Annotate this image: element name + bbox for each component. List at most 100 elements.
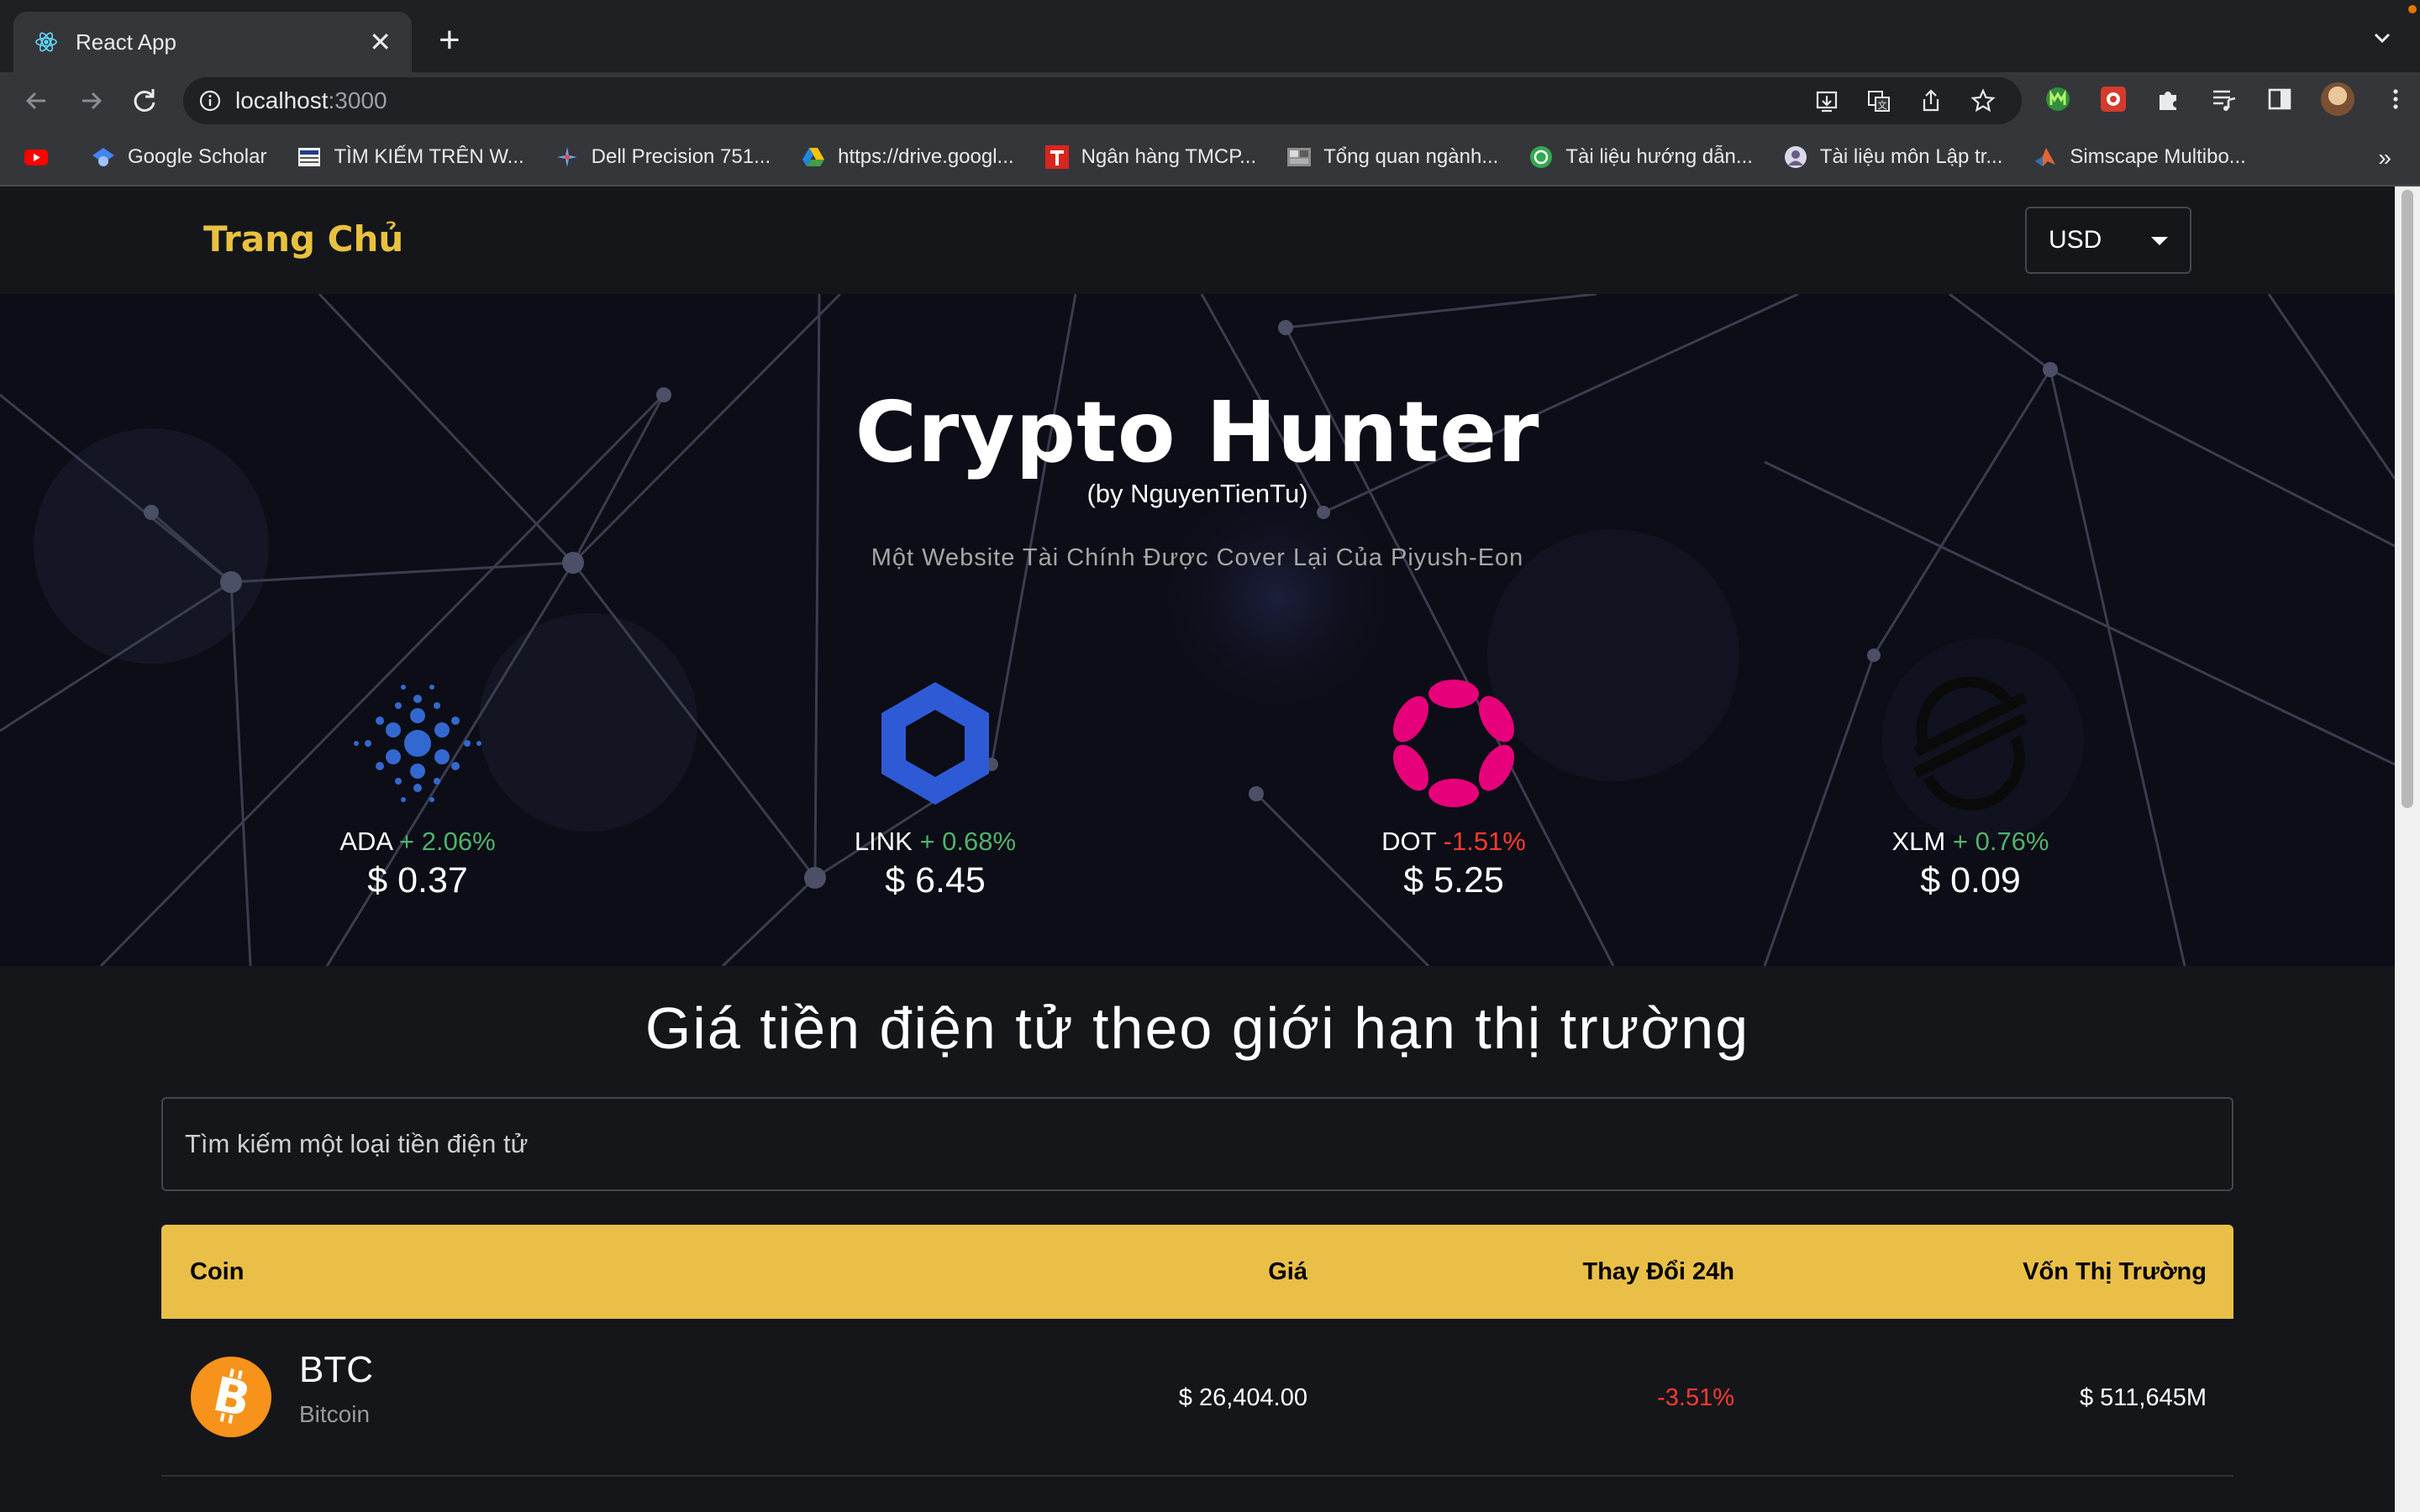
- tab-title: React App: [76, 29, 176, 55]
- bookmarks-bar: Google Scholar TÌM KIẾM TRÊN W... Dell P…: [0, 129, 2420, 186]
- share-icon[interactable]: [1918, 87, 1944, 114]
- coin-symbol: ADA: [339, 827, 392, 856]
- column-header-market-cap: Vốn Thị Trường: [2023, 1258, 2207, 1285]
- currency-select[interactable]: USD: [2025, 207, 2191, 274]
- bitcoin-icon: B: [191, 1357, 271, 1437]
- hero-title: Crypto Hunter: [855, 383, 1540, 481]
- bookmark-label: Simscape Multibo...: [2070, 145, 2246, 168]
- bookmark-industry[interactable]: Tổng quan ngành...: [1286, 144, 1498, 170]
- table-header: Coin Giá Thay Đổi 24h Vốn Thị Trường: [161, 1225, 2233, 1319]
- react-icon: [35, 32, 57, 52]
- caret-down-icon: [2151, 237, 2168, 245]
- image-icon: [1287, 148, 1312, 166]
- youtube-icon: [24, 150, 48, 165]
- coin-change: + 0.76%: [1952, 827, 2049, 856]
- new-tab-button[interactable]: +: [439, 22, 460, 59]
- coin-change: -3.51%: [1657, 1384, 1734, 1411]
- profile-avatar[interactable]: [2321, 82, 2354, 116]
- extension-red-icon[interactable]: [2099, 85, 2128, 113]
- bookmarks-overflow-button[interactable]: »: [2378, 144, 2391, 171]
- bookmark-label: Tài liệu môn Lập tr...: [1819, 145, 2003, 168]
- bookmark-dell[interactable]: Dell Precision 751...: [555, 144, 771, 170]
- coin-symbol: XLM: [1891, 827, 1946, 856]
- bookmark-drive[interactable]: https://drive.googl...: [801, 144, 1014, 170]
- coin-price: $ 6.45: [885, 860, 986, 900]
- page-scrollbar[interactable]: [2395, 186, 2420, 1512]
- matlab-icon: [2035, 148, 2056, 166]
- scholar-icon: [92, 148, 114, 166]
- extension-green-icon[interactable]: [2044, 85, 2072, 113]
- coin-name: Bitcoin: [299, 1401, 371, 1427]
- chevron-down-icon[interactable]: [2370, 25, 2395, 50]
- reload-icon[interactable]: [128, 84, 161, 118]
- forward-arrow-icon[interactable]: [74, 84, 108, 118]
- cardano-icon: [354, 685, 481, 802]
- coin-price: $ 26,404.00: [1178, 1384, 1307, 1411]
- bookmark-course[interactable]: Tài liệu môn Lập tr...: [1783, 144, 2002, 170]
- info-icon[interactable]: [198, 89, 222, 113]
- star-icon[interactable]: [1970, 87, 1996, 114]
- coin-market-cap: $ 511,645M: [2079, 1384, 2207, 1411]
- hero-author: (by NguyenTienTu): [1086, 479, 1308, 508]
- bookmark-search-web[interactable]: TÌM KIẾM TRÊN W...: [297, 144, 524, 170]
- scrollbar-thumb[interactable]: [2402, 190, 2413, 808]
- currency-value: USD: [2049, 226, 2102, 254]
- bookmark-label: TÌM KIẾM TRÊN W...: [334, 145, 524, 168]
- carousel-coin-change: XLM + 0.76%: [1802, 827, 2139, 857]
- carousel-coin-change: ADA + 2.06%: [250, 827, 586, 857]
- bookmark-label: Tài liệu hướng dẫn...: [1565, 145, 1753, 168]
- library-icon: [298, 148, 321, 166]
- bookmark-bank[interactable]: Ngân hàng TMCP...: [1044, 144, 1256, 170]
- coin-search-input[interactable]: Tìm kiếm một loại tiền điện tử: [161, 1097, 2233, 1191]
- close-icon[interactable]: ✕: [369, 29, 392, 55]
- translate-icon[interactable]: 文: [1865, 87, 1892, 114]
- bookmark-youtube[interactable]: [24, 144, 60, 170]
- browser-tab[interactable]: React App ✕: [13, 12, 412, 72]
- coin-symbol: DOT: [1381, 827, 1437, 856]
- carousel-item-dot[interactable]: DOT -1.51% $ 5.25: [1286, 672, 1622, 901]
- bookmark-docs[interactable]: Tài liệu hướng dẫn...: [1528, 144, 1753, 170]
- market-section-title: Giá tiền điện tử theo giới hạn thị trườn…: [644, 995, 1750, 1061]
- puzzle-icon[interactable]: [2154, 85, 2183, 113]
- url-host: localhost: [235, 87, 329, 113]
- bookmark-google-scholar[interactable]: Google Scholar: [91, 144, 266, 170]
- coin-price: $ 5.25: [1403, 860, 1504, 900]
- bookmark-label: Dell Precision 751...: [591, 145, 771, 168]
- install-icon[interactable]: [1813, 87, 1840, 114]
- side-panel-icon[interactable]: [2265, 85, 2294, 113]
- carousel-coin-change: DOT -1.51%: [1286, 827, 1622, 857]
- media-queue-icon[interactable]: [2210, 85, 2238, 113]
- coin-price: $ 0.09: [1920, 860, 2021, 900]
- table-row[interactable]: B BTC Bitcoin $ 26,404.00 -3.51% $ 511,6…: [161, 1319, 2233, 1477]
- bookmark-label: https://drive.googl...: [838, 145, 1014, 168]
- url-port: :3000: [328, 87, 387, 113]
- back-arrow-icon[interactable]: [20, 84, 54, 118]
- docs-icon: [1530, 146, 1553, 168]
- dell-icon: [556, 147, 577, 167]
- coin-change: + 2.06%: [399, 827, 496, 856]
- carousel-coin-change: LINK + 0.68%: [767, 827, 1103, 857]
- brand-home-link[interactable]: Trang Chủ: [203, 218, 403, 260]
- svg-text:文: 文: [1878, 99, 1887, 111]
- coin-symbol: LINK: [854, 827, 913, 856]
- coin-change: + 0.68%: [919, 827, 1017, 856]
- address-bar[interactable]: localhost:3000 文: [183, 77, 2022, 124]
- column-header-change: Thay Đổi 24h: [1582, 1258, 1735, 1285]
- carousel-item-link[interactable]: LINK + 0.68% $ 6.45: [767, 672, 1103, 901]
- bookmark-simscape[interactable]: Simscape Multibo...: [2033, 144, 2246, 170]
- more-vertical-icon[interactable]: [2381, 85, 2410, 113]
- page-viewport: Trang Chủ USD Crypto Hunter (by NguyenTi…: [0, 186, 2395, 1512]
- polkadot-icon: [1392, 680, 1515, 807]
- chainlink-icon: [881, 682, 989, 805]
- bank-icon: [1044, 145, 1069, 169]
- coin-price: $ 0.37: [367, 860, 468, 900]
- app-header: Trang Chủ USD: [0, 186, 2395, 294]
- user-icon: [1784, 146, 1807, 168]
- carousel-item-xlm[interactable]: XLM + 0.76% $ 0.09: [1802, 672, 2139, 901]
- hero-subtitle: Một Website Tài Chính Được Cover Lại Của…: [871, 544, 1524, 571]
- browser-tabbar: React App ✕ +: [0, 0, 2420, 72]
- bookmark-label: Tổng quan ngành...: [1323, 145, 1499, 168]
- hero-banner: Crypto Hunter (by NguyenTienTu) Một Webs…: [0, 294, 2395, 966]
- carousel-item-ada[interactable]: ADA + 2.06% $ 0.37: [250, 672, 586, 901]
- recording-indicator: [2408, 5, 2417, 13]
